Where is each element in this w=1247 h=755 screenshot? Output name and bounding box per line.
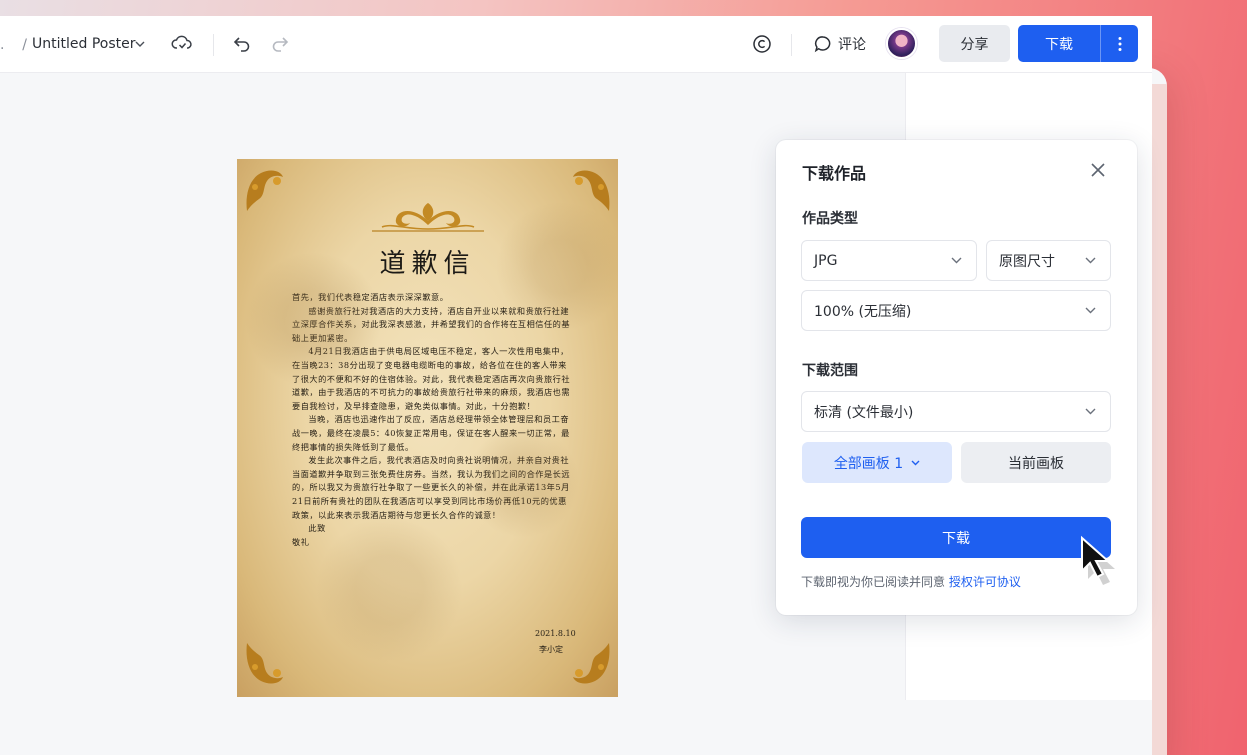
- poster-paragraph: 感谢贵旅行社对我酒店的大力支持，酒店自开业以来就和贵旅行社建立深厚合作关系，对此…: [292, 305, 571, 343]
- range-label: 下载范围: [802, 363, 858, 379]
- more-vertical-icon: [1118, 36, 1121, 51]
- download-button-label: 下载: [1045, 36, 1073, 53]
- download-button[interactable]: 下载: [1018, 25, 1138, 62]
- all-boards-button[interactable]: 全部画板 1: [802, 442, 952, 483]
- chevron-down-icon: [1085, 257, 1096, 264]
- all-boards-label: 全部画板 1: [833, 455, 904, 472]
- dialog-title: 下载作品: [802, 164, 867, 183]
- chevron-down-icon: [1085, 307, 1096, 314]
- clarity-select[interactable]: 标清 (文件最小): [801, 391, 1111, 432]
- size-value: 原图尺寸: [999, 253, 1055, 270]
- comment-button[interactable]: 评论: [814, 32, 866, 56]
- format-value: JPG: [814, 252, 838, 269]
- share-button[interactable]: 分享: [939, 25, 1010, 62]
- poster-canvas[interactable]: 道歉信 首先，我们代表稳定酒店表示深深歉意。 感谢贵旅行社对我酒店的大力支持，酒…: [237, 159, 618, 697]
- header-ornament-icon: [372, 203, 484, 232]
- top-toolbar: . / Untitled Poster 评论 分享 下载: [0, 16, 1152, 73]
- title-chevron-down-icon[interactable]: [135, 40, 145, 48]
- poster-date: 2021.8.10: [535, 629, 576, 638]
- comment-icon: [814, 36, 831, 53]
- chevron-down-icon: [1085, 408, 1096, 415]
- poster-paragraph: 首先，我们代表稳定酒店表示深深歉意。: [292, 292, 449, 302]
- clarity-value: 标清 (文件最小): [814, 404, 914, 421]
- breadcrumb: . /: [0, 38, 27, 52]
- window-edge: [1152, 84, 1167, 755]
- download-more-button[interactable]: [1101, 36, 1138, 52]
- agreement-note: 下载即视为你已阅读并同意 授权许可协议: [801, 573, 1021, 590]
- dialog-download-button[interactable]: 下载: [801, 517, 1111, 558]
- poster-signature: 李小定: [539, 645, 563, 654]
- cloud-sync-icon[interactable]: [171, 32, 193, 54]
- chevron-down-icon: [951, 257, 962, 264]
- toolbar-divider: [791, 34, 792, 56]
- chevron-down-icon: [911, 460, 920, 465]
- close-icon[interactable]: [1088, 160, 1108, 180]
- quality-value: 100% (无压缩): [814, 303, 912, 320]
- corner-ornament-bottom-right-icon: [573, 643, 610, 684]
- poster-paragraph: 此致: [308, 523, 326, 534]
- comment-label: 评论: [838, 37, 866, 53]
- corner-ornament-top-left-icon: [246, 170, 283, 211]
- document-title[interactable]: Untitled Poster: [32, 37, 136, 51]
- poster-paragraph: 发生此次事件之后，我代表酒店及时向贵社说明情况，并亲自对贵社当面道歉并争取到三张…: [292, 455, 571, 520]
- copyright-icon[interactable]: [752, 34, 772, 54]
- poster-paragraph: 4月21日我酒店由于供电局区域电压不稳定，客人一次性用电集中，在当晚23：38分…: [292, 346, 571, 411]
- format-select[interactable]: JPG: [801, 240, 977, 281]
- avatar[interactable]: [886, 28, 917, 59]
- poster-paragraph: 当晚，酒店也迅速作出了反应，酒店总经理带领全体管理层和员工奋战一晚，最终在凌晨5…: [292, 414, 570, 452]
- size-select[interactable]: 原图尺寸: [986, 240, 1111, 281]
- poster-body: 首先，我们代表稳定酒店表示深深歉意。 感谢贵旅行社对我酒店的大力支持，酒店自开业…: [292, 291, 574, 549]
- redo-icon[interactable]: [270, 33, 290, 53]
- current-board-button[interactable]: 当前画板: [961, 442, 1111, 483]
- toolbar-divider: [213, 34, 214, 56]
- undo-icon[interactable]: [232, 33, 252, 53]
- quality-select[interactable]: 100% (无压缩): [801, 290, 1111, 331]
- mouse-cursor-icon: [1081, 535, 1115, 585]
- poster-heading: 道歉信: [379, 249, 476, 279]
- breadcrumb-separator: /: [22, 37, 27, 53]
- type-label: 作品类型: [802, 211, 858, 227]
- corner-ornament-top-right-icon: [573, 170, 610, 211]
- corner-ornament-bottom-left-icon: [246, 643, 283, 684]
- poster-paragraph: 敬礼: [292, 536, 310, 547]
- agreement-prefix: 下载即视为你已阅读并同意: [801, 575, 946, 589]
- license-agreement-link[interactable]: 授权许可协议: [949, 575, 1021, 589]
- breadcrumb-dot: .: [0, 37, 5, 53]
